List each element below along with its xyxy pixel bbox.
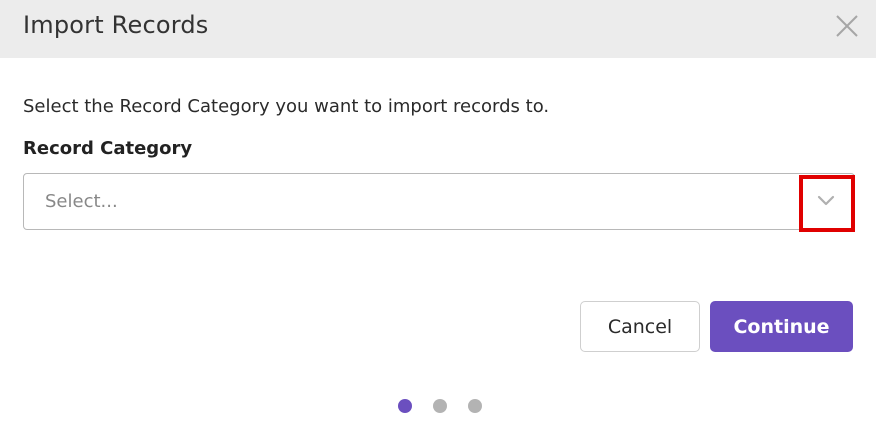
step-dot-1 — [398, 399, 412, 413]
record-category-label: Record Category — [23, 138, 193, 159]
instruction-text: Select the Record Category you want to i… — [23, 96, 550, 117]
close-button[interactable] — [834, 13, 860, 39]
dialog-header: Import Records — [0, 0, 876, 58]
step-dot-3 — [468, 399, 482, 413]
continue-button[interactable]: Continue — [710, 301, 853, 352]
record-category-select[interactable]: Select... — [23, 173, 855, 230]
cancel-button[interactable]: Cancel — [580, 301, 700, 352]
close-icon — [834, 13, 860, 39]
step-dot-2 — [433, 399, 447, 413]
dropdown-toggle-button[interactable] — [801, 176, 851, 229]
import-records-dialog: Import Records Select the Record Categor… — [0, 0, 876, 430]
select-placeholder: Select... — [45, 191, 118, 212]
dialog-title: Import Records — [23, 11, 209, 39]
